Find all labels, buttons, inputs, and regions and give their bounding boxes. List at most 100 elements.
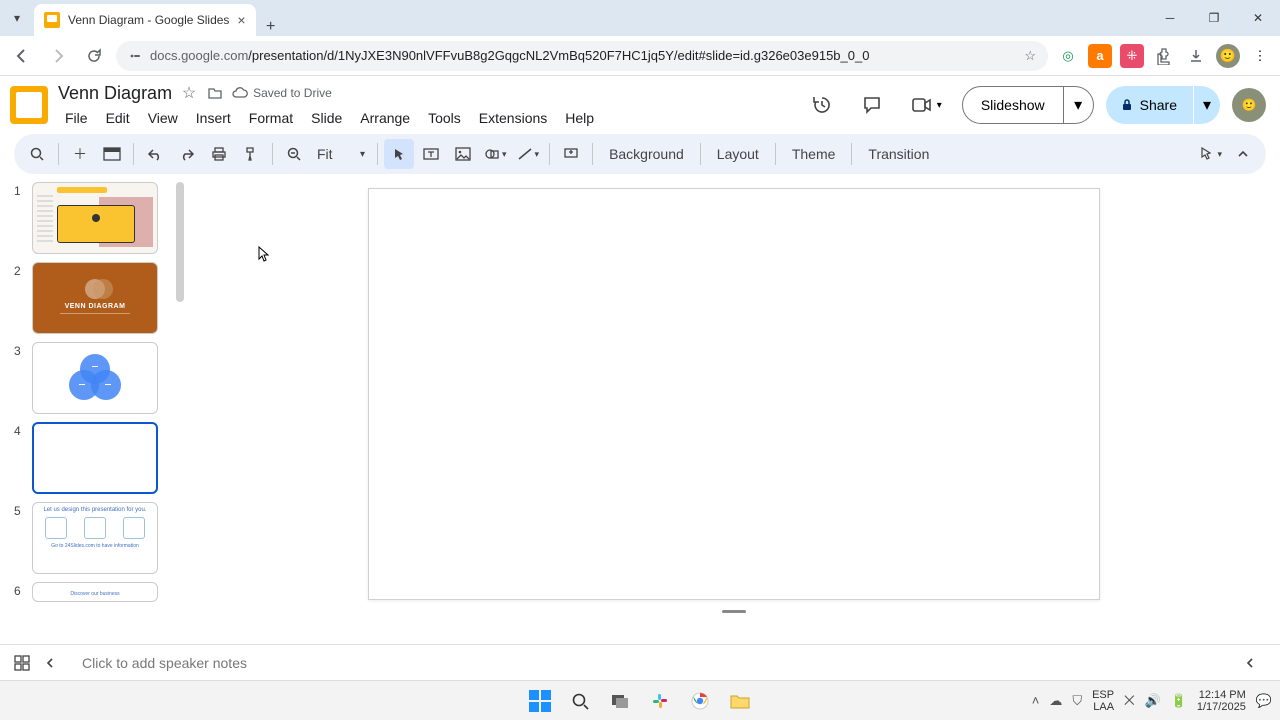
menu-help[interactable]: Help: [558, 108, 601, 128]
extension-icon-3[interactable]: ⁜: [1120, 44, 1144, 68]
menu-tools[interactable]: Tools: [421, 108, 468, 128]
workspace: 1 2 VENN DIAGRAM 3: [0, 174, 1280, 644]
background-button[interactable]: Background: [599, 146, 694, 162]
zoom-out-button[interactable]: [279, 139, 309, 169]
share-button[interactable]: Share: [1106, 86, 1193, 124]
star-icon[interactable]: ☆: [180, 84, 198, 102]
tray-clock[interactable]: 12:14 PM 1/17/2025: [1197, 689, 1246, 713]
meet-button[interactable]: ▾: [903, 86, 950, 124]
image-tool[interactable]: [448, 139, 478, 169]
transition-button[interactable]: Transition: [858, 146, 939, 162]
browser-menu-icon[interactable]: ⋮: [1248, 44, 1272, 68]
task-view-icon[interactable]: [607, 688, 633, 714]
redo-button[interactable]: [172, 139, 202, 169]
layout-button[interactable]: Layout: [707, 146, 769, 162]
shape-tool[interactable]: ▾: [480, 139, 511, 169]
browser-tab-active[interactable]: Venn Diagram - Google Slides ×: [34, 4, 256, 36]
select-tool[interactable]: [384, 139, 414, 169]
grid-view-icon[interactable]: [14, 655, 30, 671]
textbox-tool[interactable]: [416, 139, 446, 169]
extensions-puzzle-icon[interactable]: [1152, 44, 1176, 68]
print-button[interactable]: [204, 139, 234, 169]
toolbar: ＋ Fit ▾ ▾ ▾ Background L: [14, 134, 1266, 174]
tab-search-dropdown[interactable]: ▾: [0, 0, 34, 36]
slide-number: 6: [14, 582, 24, 602]
notes-resize-handle[interactable]: [722, 610, 746, 613]
menu-slide[interactable]: Slide: [304, 108, 349, 128]
canvas-area[interactable]: [188, 174, 1280, 644]
bookmark-star-icon[interactable]: ☆: [1024, 48, 1036, 64]
slide-thumbnail-4-selected[interactable]: [32, 422, 158, 494]
tab-title: Venn Diagram - Google Slides: [68, 13, 229, 27]
tray-wifi-icon[interactable]: ⨉: [1124, 693, 1134, 709]
search-menus-icon[interactable]: [22, 139, 52, 169]
window-close[interactable]: ✕: [1236, 0, 1280, 36]
window-maximize[interactable]: ❐: [1192, 0, 1236, 36]
slideshow-button[interactable]: Slideshow: [962, 86, 1064, 124]
taskbar-slack-icon[interactable]: [647, 688, 673, 714]
explore-tab-icon[interactable]: [1244, 656, 1266, 670]
extension-icon-2[interactable]: a: [1088, 44, 1112, 68]
tray-volume-icon[interactable]: 🔊: [1145, 693, 1161, 709]
comments-icon[interactable]: [853, 86, 891, 124]
account-avatar[interactable]: 🙂: [1232, 88, 1266, 122]
paint-format-button[interactable]: [236, 139, 266, 169]
tray-chevron-icon[interactable]: ˄: [1032, 693, 1040, 708]
filmstrip[interactable]: 1 2 VENN DIAGRAM 3: [0, 174, 188, 644]
extension-icon-1[interactable]: ◎: [1056, 44, 1080, 68]
slide-thumbnail-6[interactable]: Discover our business: [32, 582, 158, 602]
collapse-filmstrip-icon[interactable]: [44, 656, 56, 670]
save-status[interactable]: Saved to Drive: [232, 86, 332, 100]
taskbar-explorer-icon[interactable]: [727, 688, 753, 714]
menu-format[interactable]: Format: [242, 108, 300, 128]
downloads-icon[interactable]: [1184, 44, 1208, 68]
new-tab-button[interactable]: +: [256, 18, 286, 36]
version-history-icon[interactable]: [803, 86, 841, 124]
document-title[interactable]: Venn Diagram: [58, 83, 172, 104]
window-minimize[interactable]: ─: [1148, 0, 1192, 36]
menu-file[interactable]: File: [58, 108, 95, 128]
start-button[interactable]: [527, 688, 553, 714]
cursor-mode-icon[interactable]: ▾: [1195, 139, 1226, 169]
filmstrip-scrollbar[interactable]: [176, 182, 184, 302]
site-info-icon[interactable]: [128, 49, 142, 63]
theme-button[interactable]: Theme: [782, 146, 846, 162]
line-tool[interactable]: ▾: [513, 139, 544, 169]
menu-view[interactable]: View: [141, 108, 185, 128]
nav-back-button[interactable]: [8, 42, 36, 70]
slide-thumbnail-5[interactable]: Let us design this presentation for you.…: [32, 502, 158, 574]
tray-battery-icon[interactable]: 🔋: [1171, 693, 1187, 709]
share-dropdown[interactable]: ▾: [1194, 86, 1220, 124]
taskbar-search-icon[interactable]: [567, 688, 593, 714]
slide-thumbnail-1[interactable]: [32, 182, 158, 254]
move-icon[interactable]: [206, 84, 224, 102]
nav-forward-button[interactable]: [44, 42, 72, 70]
address-bar[interactable]: docs.google.com/presentation/d/1NyJXE3N9…: [116, 41, 1048, 71]
undo-button[interactable]: [140, 139, 170, 169]
menu-extensions[interactable]: Extensions: [472, 108, 554, 128]
thumb5-foot: Go to 24Slides.com to have information: [37, 543, 153, 549]
tray-notifications-icon[interactable]: 💬: [1256, 693, 1272, 709]
menu-insert[interactable]: Insert: [189, 108, 238, 128]
slide-canvas[interactable]: [368, 188, 1100, 600]
slide-thumbnail-3[interactable]: [32, 342, 158, 414]
browser-profile-avatar[interactable]: 🙂: [1216, 44, 1240, 68]
slideshow-dropdown[interactable]: ▾: [1064, 86, 1094, 124]
tray-onedrive-icon[interactable]: ☁: [1049, 693, 1062, 709]
new-slide-layout-dropdown[interactable]: [97, 139, 127, 169]
nav-reload-button[interactable]: [80, 42, 108, 70]
collapse-toolbar-icon[interactable]: [1228, 139, 1258, 169]
zoom-level-label: Fit: [317, 146, 333, 162]
taskbar-chrome-icon[interactable]: [687, 688, 713, 714]
tab-close-icon[interactable]: ×: [237, 12, 245, 28]
speaker-notes-input[interactable]: Click to add speaker notes: [70, 645, 1230, 681]
slide-thumbnail-2[interactable]: VENN DIAGRAM: [32, 262, 158, 334]
menu-arrange[interactable]: Arrange: [353, 108, 417, 128]
tray-security-icon[interactable]: ⛉: [1072, 693, 1082, 709]
new-slide-button[interactable]: ＋: [65, 139, 95, 169]
zoom-level-dropdown[interactable]: Fit ▾: [311, 139, 371, 169]
menu-edit[interactable]: Edit: [99, 108, 137, 128]
slides-logo-icon[interactable]: [10, 86, 48, 124]
comment-tool[interactable]: [556, 139, 586, 169]
tray-language[interactable]: ESP LAA: [1092, 689, 1114, 713]
